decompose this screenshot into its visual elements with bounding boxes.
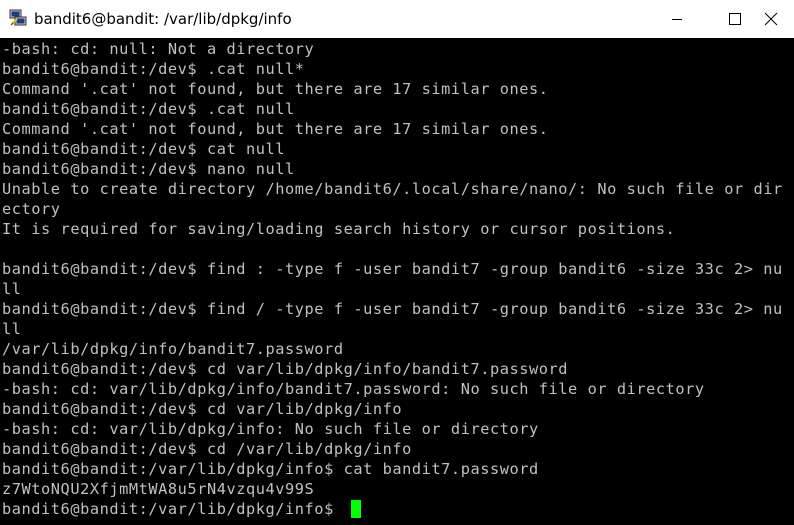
terminal-line: bandit6@bandit:/dev$ find / -type f -use… <box>2 300 783 318</box>
terminal-line: It is required for saving/loading search… <box>2 220 676 238</box>
terminal-line: Command '.cat' not found, but there are … <box>2 80 549 98</box>
terminal-line: bandit6@bandit:/dev$ .cat null <box>2 100 295 118</box>
terminal-line: Command '.cat' not found, but there are … <box>2 120 549 138</box>
terminal-output[interactable]: -bash: cd: null: Not a directory bandit6… <box>0 38 794 525</box>
terminal-line: bandit6@bandit:/var/lib/dpkg/info$ cat b… <box>2 460 539 478</box>
terminal-line: bandit6@bandit:/dev$ cd var/lib/dpkg/inf… <box>2 400 403 418</box>
minimize-button[interactable] <box>648 0 706 38</box>
maximize-button[interactable] <box>706 0 764 38</box>
terminal-line: -bash: cd: var/lib/dpkg/info/bandit7.pas… <box>2 380 705 398</box>
window-title: bandit6@bandit: /var/lib/dpkg/info <box>34 10 292 28</box>
close-button[interactable] <box>764 0 794 38</box>
terminal-line: bandit6@bandit:/dev$ nano null <box>2 160 295 178</box>
terminal-line: z7WtoNQU2XfjmMtWA8u5rN4vzqu4v99S <box>2 480 315 498</box>
maximize-icon <box>729 13 741 25</box>
putty-icon[interactable] <box>8 8 28 28</box>
terminal-line: -bash: cd: var/lib/dpkg/info: No such fi… <box>2 420 539 438</box>
terminal-line: -bash: cd: null: Not a directory <box>2 40 315 58</box>
terminal-line: bandit6@bandit:/dev$ find : -type f -use… <box>2 260 783 278</box>
terminal-line: ll <box>2 320 22 338</box>
terminal-line: bandit6@bandit:/dev$ cat null <box>2 140 286 158</box>
terminal-line: bandit6@bandit:/dev$ cd /var/lib/dpkg/in… <box>2 440 412 458</box>
minimize-icon <box>672 19 682 20</box>
terminal-line: Unable to create directory /home/bandit6… <box>2 180 783 198</box>
terminal-line: ectory <box>2 200 61 218</box>
terminal-cursor <box>351 500 361 518</box>
terminal-line: bandit6@bandit:/dev$ .cat null* <box>2 60 305 78</box>
title-bar[interactable]: bandit6@bandit: /var/lib/dpkg/info <box>0 0 794 38</box>
terminal-window: bandit6@bandit: /var/lib/dpkg/info -bash… <box>0 0 794 525</box>
terminal-prompt-line: bandit6@bandit:/var/lib/dpkg/info$ <box>2 500 344 518</box>
terminal-line: bandit6@bandit:/dev$ cd var/lib/dpkg/inf… <box>2 360 569 378</box>
close-icon <box>764 12 778 26</box>
terminal-line: ll <box>2 280 22 298</box>
terminal-line: /var/lib/dpkg/info/bandit7.password <box>2 340 344 358</box>
